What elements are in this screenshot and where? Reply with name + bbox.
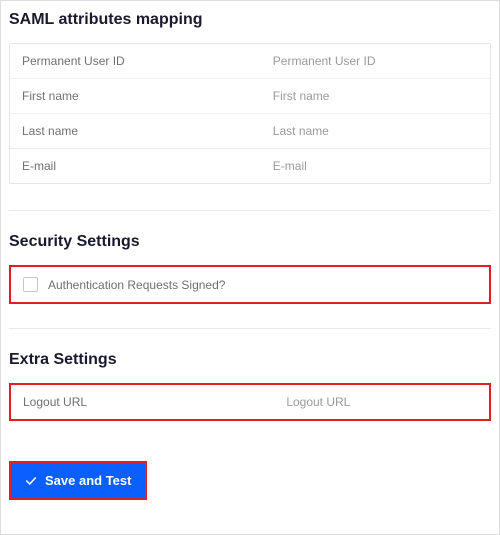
extra-settings-panel: Logout URL bbox=[9, 383, 491, 421]
auth-requests-signed-checkbox[interactable] bbox=[23, 277, 38, 292]
attr-label: Permanent User ID bbox=[22, 54, 273, 68]
divider bbox=[9, 210, 491, 211]
table-row: First name bbox=[10, 79, 490, 114]
divider bbox=[9, 328, 491, 329]
table-row: Permanent User ID bbox=[10, 44, 490, 79]
logout-url-input[interactable] bbox=[286, 395, 477, 409]
attr-label: E-mail bbox=[22, 159, 273, 173]
save-and-test-highlight: Save and Test bbox=[9, 461, 147, 500]
security-settings-heading: Security Settings bbox=[9, 233, 491, 251]
attr-label: First name bbox=[22, 89, 273, 103]
permanent-user-id-input[interactable] bbox=[273, 54, 478, 68]
security-settings-panel: Authentication Requests Signed? bbox=[9, 265, 491, 304]
saml-attributes-heading: SAML attributes mapping bbox=[9, 11, 491, 29]
logout-url-label: Logout URL bbox=[23, 395, 286, 409]
auth-requests-signed-label: Authentication Requests Signed? bbox=[48, 278, 225, 292]
first-name-input[interactable] bbox=[273, 89, 478, 103]
table-row: Last name bbox=[10, 114, 490, 149]
check-icon bbox=[25, 475, 37, 487]
save-and-test-label: Save and Test bbox=[45, 473, 131, 488]
table-row: E-mail bbox=[10, 149, 490, 183]
save-and-test-button[interactable]: Save and Test bbox=[11, 463, 145, 498]
saml-attributes-table: Permanent User ID First name Last name E… bbox=[9, 43, 491, 184]
extra-settings-heading: Extra Settings bbox=[9, 351, 491, 369]
last-name-input[interactable] bbox=[273, 124, 478, 138]
attr-label: Last name bbox=[22, 124, 273, 138]
email-input[interactable] bbox=[273, 159, 478, 173]
